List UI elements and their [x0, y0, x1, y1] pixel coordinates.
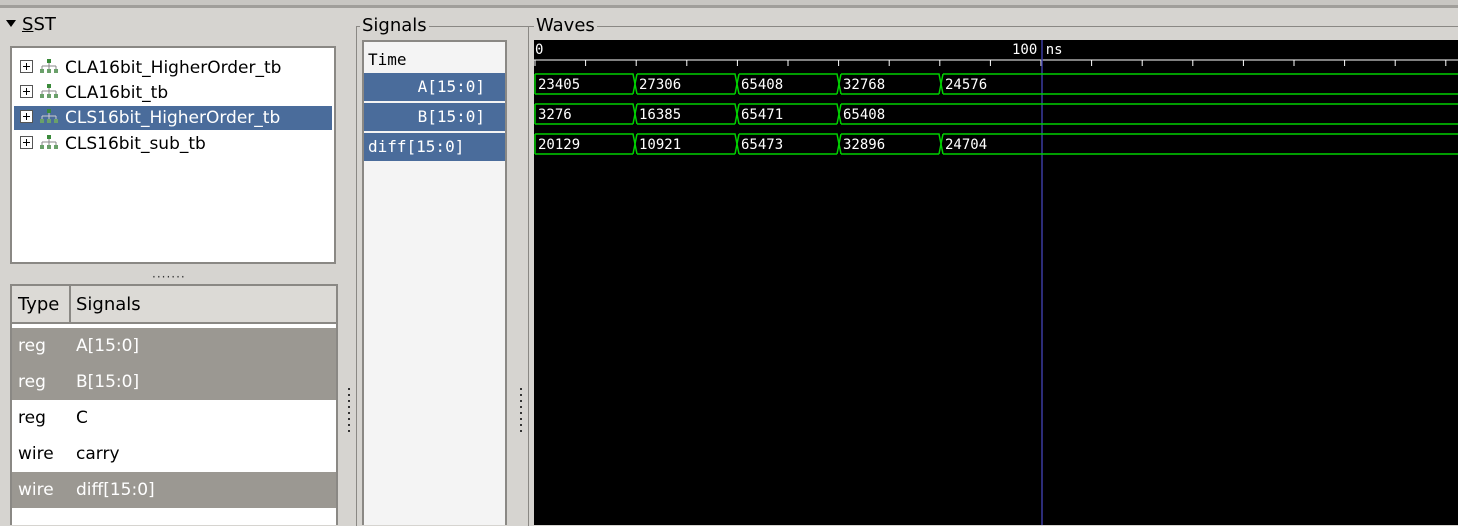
sst-title: SST [22, 14, 56, 35]
signal-item-a[interactable]: A[15:0] [364, 73, 505, 101]
ruler-marker-label: 100 ns [1012, 42, 1063, 58]
expand-plus-icon[interactable] [20, 109, 33, 123]
tree-item-cla16bit-higherorder-tb[interactable]: CLA16bit_HigherOrder_tb [20, 56, 281, 80]
hierarchy-icon [40, 84, 58, 98]
wave-segment [940, 133, 1458, 155]
signals-type-table: Type Signals reg A[15:0] reg B[15:0] reg… [10, 284, 338, 525]
tree-item-cls16bit-sub-tb[interactable]: CLS16bit_sub_tb [20, 132, 206, 156]
tree-item-label: CLS16bit_HigherOrder_tb [65, 108, 281, 128]
row-type: reg [18, 408, 46, 428]
tree-item-label: CLS16bit_sub_tb [65, 134, 206, 154]
wave-value-label: 65408 [843, 107, 886, 123]
wave-value-label: 65471 [741, 107, 784, 123]
signals-list[interactable]: Time A[15:0] B[15:0] diff[15:0] [362, 40, 507, 525]
top-toolbar-edge [0, 0, 1458, 8]
row-signal: A[15:0] [76, 336, 140, 356]
wave-value-label: 32768 [843, 77, 886, 93]
wave-segment [838, 103, 1458, 125]
hierarchy-icon [40, 109, 58, 123]
sst-signals-splitter[interactable] [348, 388, 350, 436]
hierarchy-tree[interactable]: CLA16bit_HigherOrder_tb CLA16bit_tb CLS1… [10, 46, 336, 264]
tree-item-label: CLA16bit_HigherOrder_tb [65, 58, 282, 78]
tree-item-cls16bit-higherorder-tb[interactable]: CLS16bit_HigherOrder_tb [14, 106, 332, 130]
table-header: Type Signals [12, 286, 336, 324]
waves-frame-title: Waves [534, 15, 597, 36]
row-signal: carry [76, 444, 120, 464]
wave-value-label: 10921 [639, 137, 682, 153]
wave-value-label: 23405 [538, 77, 581, 93]
wave-value-label: 27306 [639, 77, 682, 93]
signal-item-diff[interactable]: diff[15:0] [364, 133, 505, 161]
expand-plus-icon[interactable] [20, 84, 33, 98]
wave-value-label: 16385 [639, 107, 682, 123]
expand-plus-icon[interactable] [20, 59, 33, 73]
table-row[interactable]: reg A[15:0] [12, 328, 336, 364]
row-type: reg [18, 336, 46, 356]
ruler-start-label: 0 [535, 42, 544, 58]
row-signal: diff[15:0] [76, 480, 155, 500]
tree-item-label: CLA16bit_tb [65, 83, 169, 103]
tree-item-cla16bit-tb[interactable]: CLA16bit_tb [20, 81, 168, 105]
expand-plus-icon[interactable] [20, 135, 33, 149]
collapse-triangle-icon[interactable] [6, 19, 16, 27]
pane-splitter-handle[interactable]: ······· [152, 270, 186, 284]
signals-frame-title: Signals [360, 15, 429, 36]
row-type: reg [18, 372, 46, 392]
wave-value-label: 3276 [538, 107, 572, 123]
wave-value-label: 65408 [741, 77, 784, 93]
row-type: wire [18, 480, 54, 500]
sst-panel-header[interactable]: SST [6, 12, 56, 38]
row-signal: C [76, 408, 88, 428]
wave-value-label: 65473 [741, 137, 784, 153]
hierarchy-icon [40, 135, 58, 149]
table-row[interactable]: wire carry [12, 436, 336, 472]
wave-value-label: 20129 [538, 137, 581, 153]
time-label: Time [368, 50, 407, 69]
waveform-viewer[interactable]: 0 100 ns 23405 27306 65408 32768 24576 3276 16… [534, 40, 1458, 525]
column-header-type[interactable]: Type [18, 286, 59, 322]
column-header-signals[interactable]: Signals [76, 286, 141, 322]
row-signal: B[15:0] [76, 372, 140, 392]
wave-value-label: 24704 [945, 137, 988, 153]
wave-segment [940, 73, 1458, 95]
wave-value-label: 32896 [843, 137, 886, 153]
signal-item-b[interactable]: B[15:0] [364, 103, 505, 131]
table-row[interactable]: reg B[15:0] [12, 364, 336, 400]
table-row[interactable]: reg C [12, 400, 336, 436]
table-row[interactable]: wire diff[15:0] [12, 472, 336, 508]
column-divider[interactable] [69, 286, 71, 322]
hierarchy-icon [40, 59, 58, 73]
wave-value-label: 24576 [945, 77, 988, 93]
row-type: wire [18, 444, 54, 464]
